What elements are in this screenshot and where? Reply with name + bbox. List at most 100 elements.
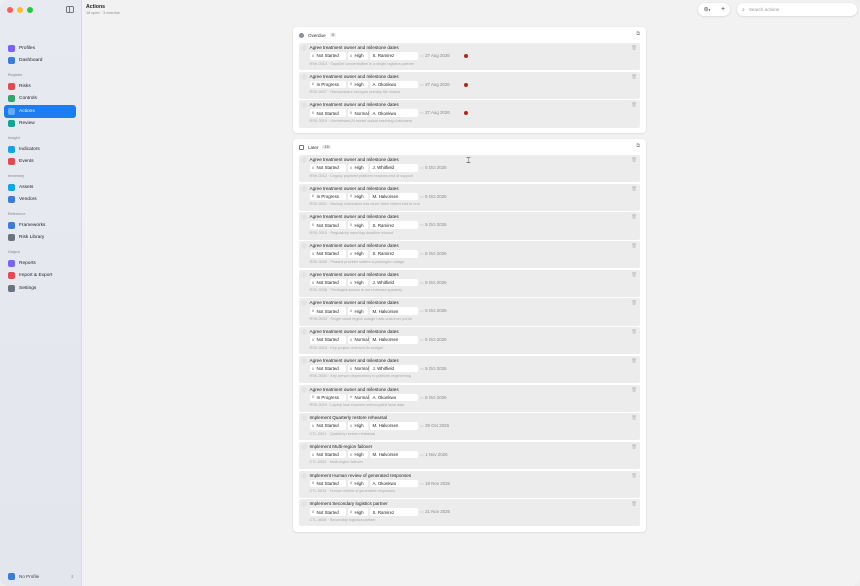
action-row[interactable]: Agree treatment owner and milestone date… <box>299 183 640 211</box>
trash-icon[interactable]: 🗑 <box>631 300 637 306</box>
action-title[interactable]: Agree treatment owner and milestone date… <box>310 214 399 219</box>
complete-checkbox[interactable] <box>300 501 307 508</box>
status-select[interactable]: ⇕ Not Started <box>309 250 346 258</box>
trash-icon[interactable]: 🗑 <box>631 387 637 393</box>
due-date[interactable]: ▭ 5 Oct 2026 <box>420 366 447 371</box>
action-title[interactable]: Implement Quarterly restore rehearsal <box>310 415 388 420</box>
due-date[interactable]: ▭ 5 Oct 2026 <box>420 194 447 199</box>
trash-icon[interactable]: 🗑 <box>631 74 637 80</box>
due-date[interactable]: ▭ 5 Oct 2026 <box>420 280 447 285</box>
trash-icon[interactable]: 🗑 <box>631 272 637 278</box>
owner-field[interactable]: A. Okonkwo <box>369 109 418 117</box>
action-row[interactable]: Agree treatment owner and milestone date… <box>299 241 640 269</box>
trash-icon[interactable]: 🗑 <box>631 186 637 192</box>
priority-select[interactable]: ⇕ High <box>347 164 368 172</box>
action-row[interactable]: Agree treatment owner and milestone date… <box>299 298 640 326</box>
priority-select[interactable]: ⇕ Normal <box>347 109 369 117</box>
priority-select[interactable]: ⇕ High <box>347 422 368 430</box>
priority-select[interactable]: ⇕ High <box>347 52 368 60</box>
sidebar-item-reports[interactable]: Reports <box>4 257 76 270</box>
owner-field[interactable]: S. Ramirez <box>369 52 418 60</box>
status-select[interactable]: ⇕ Not Started <box>309 364 346 373</box>
trash-icon[interactable]: 🗑 <box>631 102 637 108</box>
action-title[interactable]: Agree treatment owner and milestone date… <box>310 272 399 277</box>
due-date[interactable]: ▭ 19 Nov 2026 <box>420 481 450 486</box>
status-select[interactable]: ⇕ Not Started <box>309 278 346 287</box>
profile-switcher[interactable]: No Profile ⇕ <box>8 573 74 580</box>
sidebar-toggle-icon[interactable] <box>66 6 74 13</box>
owner-field[interactable]: J. Whitfield <box>369 278 418 287</box>
minimize-window-button[interactable] <box>17 7 23 13</box>
action-title[interactable]: Agree treatment owner and milestone date… <box>310 157 399 162</box>
due-date[interactable]: ▭ 5 Oct 2026 <box>420 251 447 256</box>
action-title[interactable]: Implement Secondary logistics partner <box>310 501 388 506</box>
priority-select[interactable]: ⇕ Normal <box>347 364 369 373</box>
action-title[interactable]: Agree treatment owner and milestone date… <box>310 186 399 191</box>
due-date[interactable]: ▭ 1 Nov 2026 <box>420 452 448 457</box>
action-title[interactable]: Agree treatment owner and milestone date… <box>310 102 399 107</box>
trash-icon[interactable]: 🗑 <box>631 157 637 163</box>
sidebar-item-profiles[interactable]: Profiles <box>4 42 76 55</box>
action-title[interactable]: Implement Human review of generated resp… <box>310 473 412 478</box>
due-date[interactable]: ▭ 5 Oct 2026 <box>420 222 447 227</box>
owner-field[interactable]: S. Ramirez <box>369 250 418 258</box>
action-row[interactable]: Implement Human review of generated resp… <box>299 470 640 498</box>
complete-checkbox[interactable] <box>300 157 307 163</box>
sidebar-item-indicators[interactable]: Indicators <box>4 143 76 156</box>
sidebar-item-dashboard[interactable]: Dashboard <box>4 55 76 68</box>
priority-select[interactable]: ⇕ High <box>347 479 368 488</box>
action-row[interactable]: Agree treatment owner and milestone date… <box>299 355 640 383</box>
status-select[interactable]: ⇕ In Progress <box>309 80 346 89</box>
due-date[interactable]: ▭ 5 Oct 2026 <box>420 395 447 400</box>
filter-menu-button[interactable]: ⊜ ▾ <box>698 3 716 16</box>
trash-icon[interactable]: 🗑 <box>631 444 637 450</box>
priority-select[interactable]: ⇕ High <box>347 250 368 258</box>
owner-field[interactable]: M. Halvorsen <box>369 192 418 201</box>
owner-field[interactable]: S. Ramirez <box>369 508 418 516</box>
complete-checkbox[interactable] <box>300 73 307 80</box>
complete-checkbox[interactable] <box>300 329 307 336</box>
action-row[interactable]: Implement Multi-region failover ⇕ Not Star… <box>299 441 640 470</box>
action-row[interactable]: Agree treatment owner and milestone date… <box>299 327 640 355</box>
due-date[interactable]: ▭ 21 Nov 2026 <box>420 509 450 514</box>
complete-checkbox[interactable] <box>300 415 307 422</box>
complete-checkbox[interactable] <box>300 102 307 109</box>
trash-icon[interactable]: 🗑 <box>631 214 637 220</box>
trash-icon[interactable]: 🗑 <box>631 473 637 479</box>
sidebar-item-events[interactable]: Events <box>4 156 76 169</box>
status-select[interactable]: ⇕ Not Started <box>309 109 346 117</box>
zoom-window-button[interactable] <box>27 7 33 13</box>
complete-checkbox[interactable] <box>300 185 307 192</box>
add-action-button[interactable]: + <box>716 3 730 16</box>
priority-select[interactable]: ⇕ High <box>347 80 368 89</box>
action-title[interactable]: Agree treatment owner and milestone date… <box>310 329 399 334</box>
sidebar-item-risk-library[interactable]: Risk Library <box>4 232 76 245</box>
owner-field[interactable]: J. Whitfield <box>369 364 418 373</box>
trash-icon[interactable]: 🗑 <box>631 358 637 364</box>
trash-icon[interactable]: 🗑 <box>631 45 637 51</box>
action-row[interactable]: Agree treatment owner and milestone date… <box>299 212 640 240</box>
complete-checkbox[interactable] <box>300 472 307 479</box>
complete-checkbox[interactable] <box>300 386 307 393</box>
complete-checkbox[interactable] <box>300 243 307 250</box>
priority-select[interactable]: ⇕ High <box>347 192 368 201</box>
trash-icon[interactable]: 🗑 <box>631 243 637 249</box>
sidebar-item-risks[interactable]: Risks <box>4 80 76 93</box>
sidebar-item-vendors[interactable]: Vendors <box>4 194 76 207</box>
priority-select[interactable]: ⇕ High <box>347 221 368 229</box>
sidebar-item-actions[interactable]: Actions <box>4 105 76 118</box>
action-title[interactable]: Agree treatment owner and milestone date… <box>310 358 399 363</box>
action-title[interactable]: Agree treatment owner and milestone date… <box>310 45 399 50</box>
copy-icon[interactable]: ⧉ <box>636 143 640 149</box>
copy-icon[interactable]: ⧉ <box>636 31 640 37</box>
due-date[interactable]: ▭ 29 Oct 2026 <box>420 423 449 428</box>
group-header[interactable]: Overdue 3 ⧉ <box>293 27 646 43</box>
priority-select[interactable]: ⇕ Normal <box>347 393 369 401</box>
priority-select[interactable]: ⇕ High <box>347 508 368 516</box>
trash-icon[interactable]: 🗑 <box>631 415 637 421</box>
complete-checkbox[interactable] <box>300 214 307 221</box>
status-select[interactable]: ⇕ In Progress <box>309 393 346 401</box>
action-row[interactable]: Agree treatment owner and milestone date… <box>299 384 640 412</box>
trash-icon[interactable]: 🗑 <box>631 501 637 507</box>
priority-select[interactable]: ⇕ High <box>347 278 368 287</box>
